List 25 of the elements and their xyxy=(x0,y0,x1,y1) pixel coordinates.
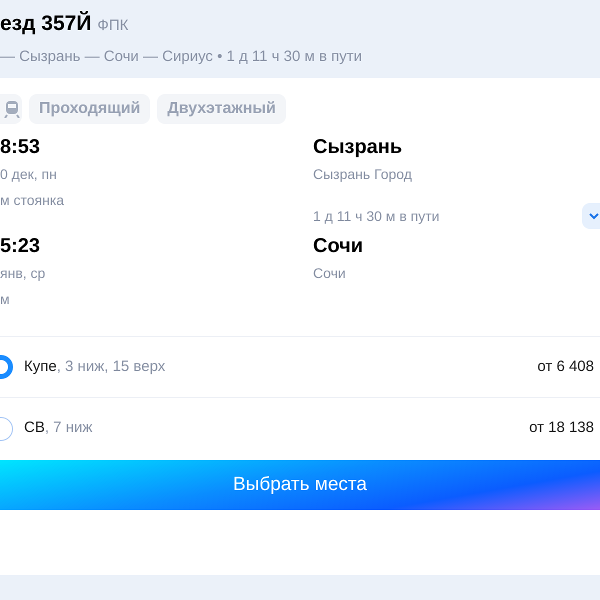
city-name: Сызрань xyxy=(313,135,404,160)
train-tag: Проходящий xyxy=(29,94,150,124)
station-name: Сочи xyxy=(313,264,347,283)
stop-note: м стоянка xyxy=(0,191,66,210)
fare-option[interactable]: СВ, 7 ниж от 18 138 xyxy=(0,398,600,459)
train-tag: Двухэтажный xyxy=(157,94,286,124)
fare-text: СВ, 7 ниж xyxy=(24,418,92,438)
date-text: янв, ср xyxy=(0,264,46,283)
chevron-down-icon xyxy=(588,212,600,220)
fare-price: от 6 408 xyxy=(537,356,594,377)
expand-button[interactable] xyxy=(582,203,600,229)
duration-text: 1 д 11 ч 30 м в пути xyxy=(313,206,440,226)
route-text: — Сызрань — Сочи — Сириус • 1 д 11 ч 30 м в пути xyxy=(0,46,363,66)
carrier-name: ФПК xyxy=(97,16,128,36)
train-title: езд 357Й xyxy=(0,10,92,37)
date-text: 0 дек, пн xyxy=(0,165,58,184)
station-name: Сызрань Город xyxy=(313,165,413,184)
fare-option[interactable]: Купе, 3 ниж, 15 верх от 6 408 xyxy=(0,337,600,398)
time-text: 8:53 xyxy=(0,135,42,160)
city-name: Сочи xyxy=(313,234,364,259)
select-seats-button[interactable]: Выбрать места xyxy=(0,460,600,510)
stop-note: м xyxy=(0,290,11,309)
time-text: 5:23 xyxy=(0,234,42,259)
fare-text: Купе, 3 ниж, 15 верх xyxy=(24,356,166,377)
fare-price: от 18 138 xyxy=(529,418,594,438)
